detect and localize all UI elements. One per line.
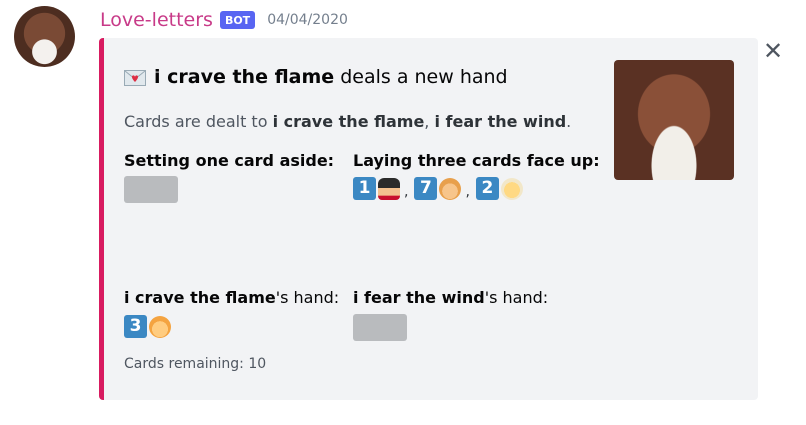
embed-title-text: deals a new hand <box>334 66 508 88</box>
hand1-suffix: 's hand: <box>275 288 340 307</box>
close-icon[interactable]: ✕ <box>762 39 784 63</box>
faceup-cards: 1 , 7 , 2 <box>353 177 525 200</box>
desc-player-1: i crave the flame <box>272 112 425 131</box>
hand1-player: i crave the flame <box>124 288 276 307</box>
desc-prefix: Cards are dealt to <box>124 112 273 131</box>
embed-footer: Cards remaining: 10 <box>124 356 267 372</box>
separator: , <box>404 184 409 200</box>
field-aside-label: Setting one card aside: <box>124 151 335 170</box>
hidden-card <box>124 176 178 203</box>
older-person-icon <box>500 178 523 200</box>
avatar[interactable] <box>14 6 75 67</box>
message-header: Love-letters BOT 04/04/2020 <box>100 6 348 34</box>
hidden-card <box>353 314 407 341</box>
desc-end: . <box>566 112 572 131</box>
hand2-suffix: 's hand: <box>484 288 549 307</box>
hand2-player: i fear the wind <box>353 288 485 307</box>
card-number: 1 <box>353 177 376 200</box>
embed-title: i crave the flame deals a new hand <box>124 66 508 88</box>
princess-icon <box>439 178 462 200</box>
guard-icon <box>378 178 400 200</box>
separator: , <box>465 184 470 200</box>
field-hand2-label: i fear the wind's hand: <box>353 288 548 307</box>
embed-title-player: i crave the flame <box>154 66 335 88</box>
embed-thumbnail[interactable] <box>614 60 734 180</box>
card-number: 7 <box>414 177 438 200</box>
timestamp[interactable]: 04/04/2020 <box>267 12 348 28</box>
card-number: 3 <box>124 315 147 338</box>
hand1-cards: 3 <box>124 315 173 338</box>
desc-player-2: i fear the wind <box>434 112 567 131</box>
field-faceup-label: Laying three cards face up: <box>353 151 600 170</box>
field-hand1-label: i crave the flame's hand: <box>124 288 339 307</box>
person-icon <box>149 316 171 338</box>
embed-description: Cards are dealt to i crave the flame, i … <box>124 112 571 131</box>
bot-badge: BOT <box>219 11 256 29</box>
love-letter-icon <box>124 69 146 86</box>
card-number: 2 <box>475 177 499 200</box>
username[interactable]: Love-letters <box>100 9 213 31</box>
desc-separator: , <box>424 112 435 131</box>
embed: i crave the flame deals a new hand Cards… <box>99 38 758 400</box>
